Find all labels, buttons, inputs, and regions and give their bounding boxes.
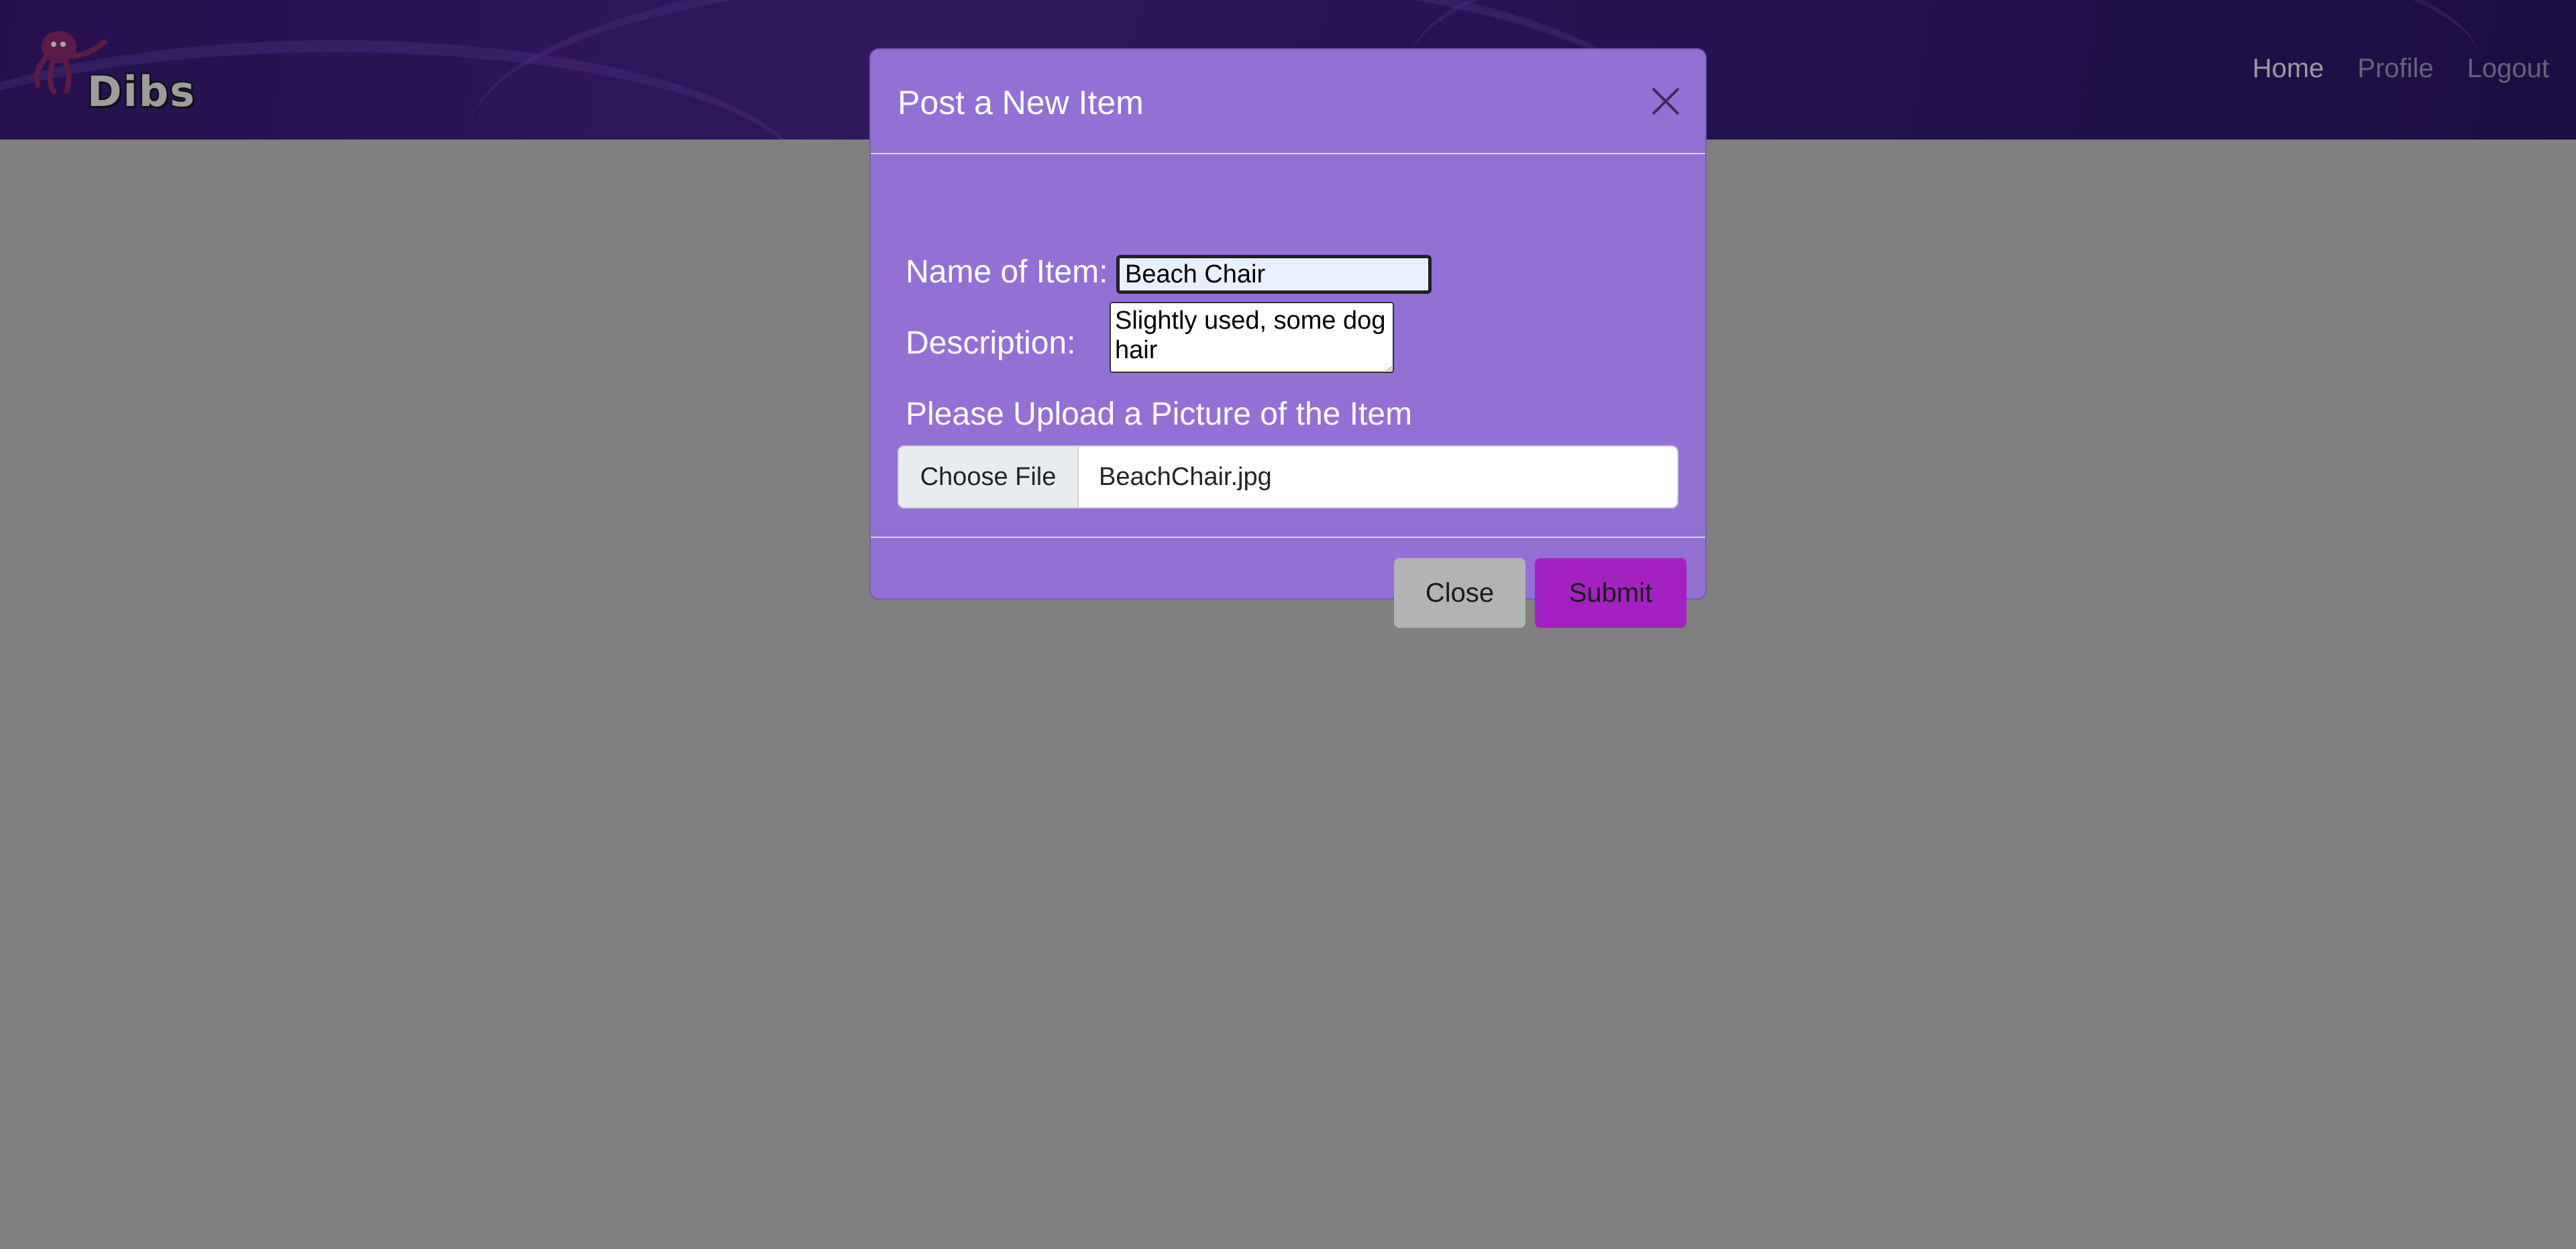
description-label: Description:: [906, 325, 1076, 361]
modal-title: Post a New Item: [898, 84, 1144, 121]
selected-file-name: BeachChair.jpg: [1099, 462, 1272, 491]
item-name-input[interactable]: [1116, 255, 1432, 294]
upload-label: Please Upload a Picture of the Item: [906, 396, 1413, 432]
description-textarea[interactable]: Slightly used, some dog hair: [1110, 302, 1394, 373]
submit-button[interactable]: Submit: [1535, 558, 1686, 628]
choose-file-button[interactable]: Choose File: [899, 447, 1079, 507]
file-upload-control[interactable]: Choose File BeachChair.jpg: [898, 445, 1678, 508]
modal-body: Name of Item: Description: Slightly used…: [871, 154, 1705, 537]
close-button[interactable]: Close: [1394, 558, 1525, 628]
post-item-modal: Post a New Item Name of Item: Descriptio…: [869, 48, 1707, 628]
modal-footer: Close Submit: [871, 537, 1705, 628]
close-icon[interactable]: [1649, 85, 1682, 118]
modal-header: Post a New Item: [871, 50, 1705, 154]
item-name-label: Name of Item:: [906, 254, 1108, 290]
